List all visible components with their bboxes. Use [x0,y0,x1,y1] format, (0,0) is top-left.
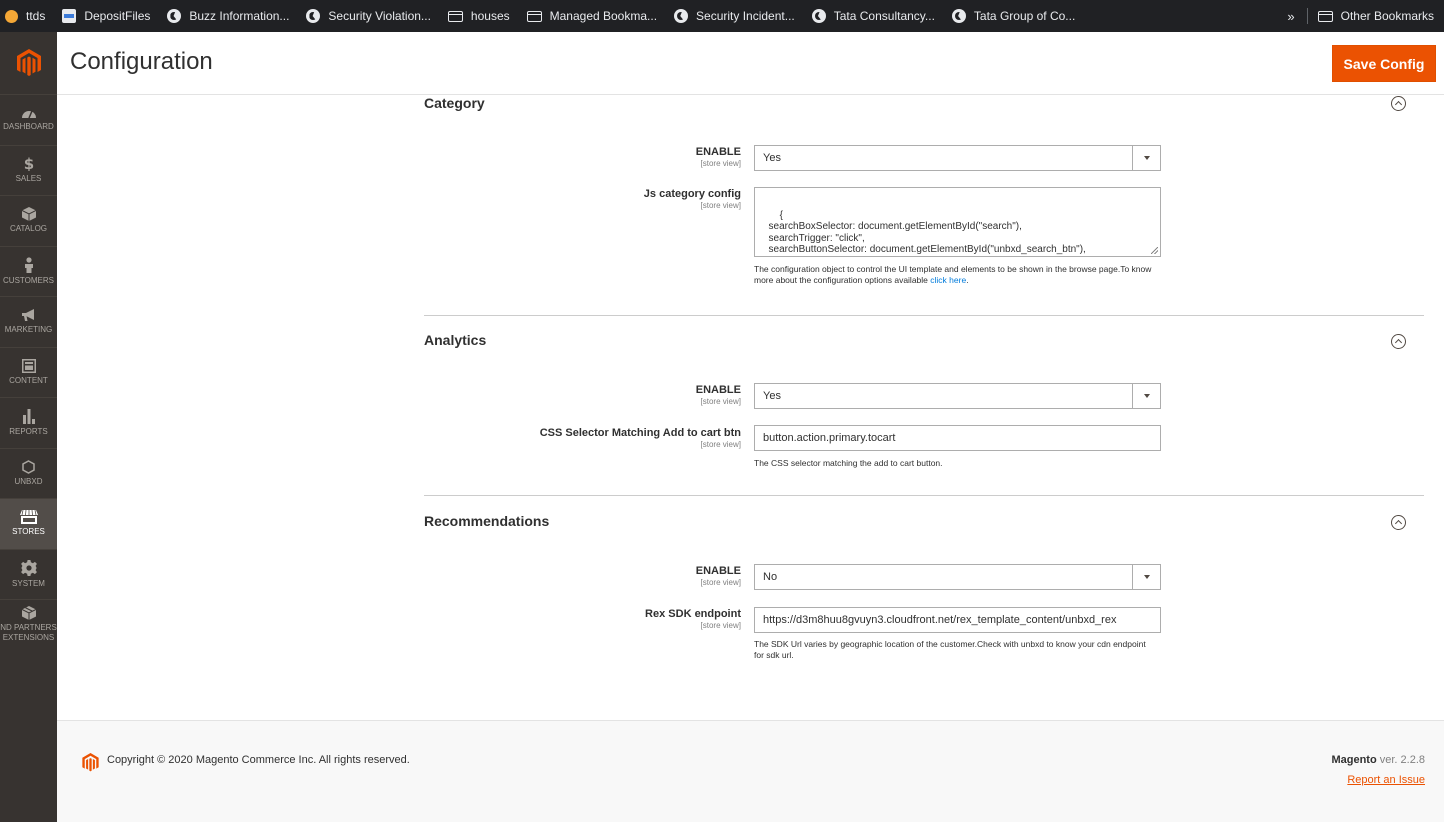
dashboard-icon [21,110,36,119]
globe-icon [306,9,321,23]
js-category-config-note: The configuration object to control the … [754,264,1152,285]
field-label: Rex SDK endpoint [store view] [645,608,741,630]
bookmark-managed-bookmarks[interactable]: Managed Bookma... [526,9,657,23]
nav-sales[interactable]: $ SALES [0,144,57,196]
nav-reports[interactable]: REPORTS [0,397,57,448]
page-footer: Copyright © 2020 Magento Commerce Inc. A… [57,720,1444,822]
resize-handle-icon[interactable] [1151,247,1158,254]
section-title-recommendations: Recommendations [424,513,550,529]
copyright-text: Copyright © 2020 Magento Commerce Inc. A… [107,754,410,766]
section-analytics-header[interactable]: Analytics [424,332,1424,352]
save-config-button[interactable]: Save Config [1332,45,1436,82]
layout-icon [21,358,36,373]
svg-text:$: $ [23,156,33,171]
section-category-header[interactable]: Category [424,95,1424,115]
chevron-down-icon [1132,565,1160,589]
admin-sidebar: DASHBOARD $ SALES CATALOG CUSTOMERS MARK… [0,32,57,822]
bookmark-houses[interactable]: houses [447,9,510,23]
analytics-enable-select[interactable]: Yes [754,383,1161,409]
bookmark-security-violation[interactable]: Security Violation... [306,9,431,23]
css-selector-note: The CSS selector matching the add to car… [754,458,943,468]
other-bookmarks[interactable]: Other Bookmarks [1317,9,1434,23]
megaphone-icon [21,308,34,321]
bookmarks-separator [1306,8,1308,24]
rex-sdk-endpoint-note: The SDK Url varies by geographic locatio… [754,639,1146,660]
page-header: Configuration Save Config [57,32,1444,95]
bookmark-ttds[interactable]: ttds [5,9,45,23]
section-title-category: Category [424,95,485,111]
dollar-icon: $ [23,156,33,171]
bookmark-depositfiles[interactable]: DepositFiles [62,9,150,23]
nav-unbxd[interactable]: UNBXD [0,447,57,499]
rex-sdk-endpoint-input[interactable]: https://d3m8huu8gvuyn3.cloudfront.net/re… [754,607,1161,633]
field-label: ENABLE [store view] [695,565,741,587]
bookmark-tata-group[interactable]: Tata Group of Co... [951,9,1075,23]
report-issue-link[interactable]: Report an Issue [1347,774,1425,786]
ttds-favicon-icon [5,9,18,23]
nav-partners-extensions[interactable]: ND PARTNERS EXTENSIONS [0,599,57,650]
nav-catalog[interactable]: CATALOG [0,195,57,246]
magento-logo-icon [82,753,99,772]
section-divider [424,495,1424,496]
field-label: Js category config [store view] [643,188,741,210]
bookmark-buzz-information[interactable]: Buzz Information... [167,9,289,23]
magento-logo-icon [16,49,41,76]
store-icon [19,510,38,525]
globe-icon [811,9,826,23]
folder-icon [447,10,463,22]
box-icon [21,606,36,621]
field-label: CSS Selector Matching Add to cart btn [s… [539,427,741,449]
bar-chart-icon [22,408,35,424]
section-title-analytics: Analytics [424,332,487,348]
folder-icon [1317,10,1333,22]
chevron-down-icon [1132,384,1160,408]
globe-icon [674,9,689,23]
css-selector-input[interactable]: button.action.primary.tocart [754,425,1161,451]
gear-icon [20,559,37,576]
nav-marketing[interactable]: MARKETING [0,296,57,347]
collapse-icon[interactable] [1391,96,1406,111]
click-here-link[interactable]: click here [930,275,966,285]
field-label: ENABLE [store view] [695,384,741,406]
collapse-icon[interactable] [1391,334,1406,349]
bookmarks-bar: ttds DepositFiles Buzz Information... Se… [0,0,1444,32]
nav-dashboard[interactable]: DASHBOARD [0,94,57,145]
config-content: Category ENABLE [store view] Yes Js cate… [57,95,1444,720]
nav-stores[interactable]: STORES [0,498,57,549]
recommendations-enable-select[interactable]: No [754,564,1161,590]
globe-icon [951,9,966,23]
folder-icon [526,10,542,22]
field-label: ENABLE [store view] [695,146,741,168]
page-title: Configuration [70,48,213,75]
bookmark-tata-consultancy[interactable]: Tata Consultancy... [811,9,935,23]
version-text: Magento ver. 2.2.8 [1331,754,1425,766]
section-recommendations-header[interactable]: Recommendations [424,513,1424,533]
nav-system[interactable]: SYSTEM [0,548,57,600]
nav-content[interactable]: CONTENT [0,346,57,398]
nav-customers[interactable]: CUSTOMERS [0,245,57,297]
bookmark-security-incident[interactable]: Security Incident... [674,9,795,23]
js-category-config-textarea[interactable]: { searchBoxSelector: document.getElement… [754,187,1161,257]
hexagon-icon [22,459,35,474]
section-divider [424,315,1424,316]
cube-icon [21,207,36,222]
person-icon [24,257,33,273]
depositfiles-favicon-icon [62,9,77,23]
collapse-icon[interactable] [1391,515,1406,530]
chevron-down-icon [1132,146,1160,170]
more-bookmarks-button[interactable]: » [1287,9,1294,24]
magento-logo[interactable] [0,32,57,94]
category-enable-select[interactable]: Yes [754,145,1161,171]
globe-icon [167,9,182,23]
